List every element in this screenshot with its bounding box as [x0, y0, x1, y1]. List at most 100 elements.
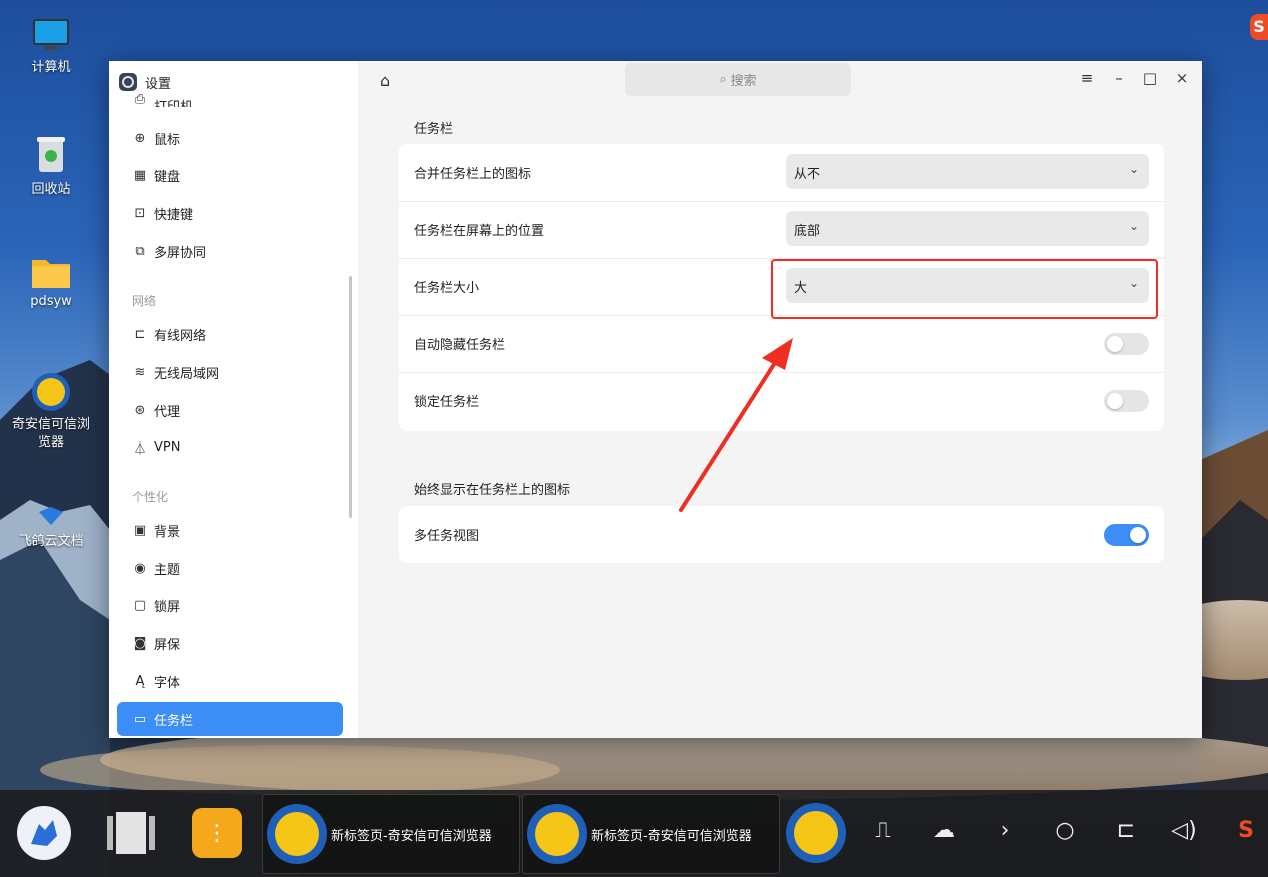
setting-row-autohide: 自动隐藏任务栏 [399, 315, 1164, 373]
autohide-toggle[interactable] [1104, 333, 1149, 355]
launcher-icon [17, 806, 71, 860]
search-icon: ⌕ [719, 72, 727, 87]
setting-label: 任务栏大小 [414, 281, 480, 296]
network-icon[interactable]: ⊏ [1110, 818, 1142, 843]
sidebar-item-label: 任务栏 [154, 713, 194, 729]
taskbar-window-title: 新标签页-奇安信可信浏览器 [331, 828, 492, 844]
chevron-right-icon[interactable]: › [989, 818, 1021, 843]
folder-icon [31, 256, 71, 290]
background-icon: ▣ [133, 522, 147, 538]
sidebar-item-background[interactable]: ▣ 背景 [117, 513, 343, 547]
sidebar-item-label: VPN [154, 439, 181, 455]
desktop-icon-label: 计算机 [31, 60, 71, 75]
section-title-always-show: 始终显示在任务栏上的图标 [414, 483, 571, 498]
desktop-icon-folder[interactable]: pdsyw [1, 256, 101, 309]
sogou-ime-icon[interactable]: S [1250, 14, 1268, 40]
maximize-icon[interactable]: □ [1138, 69, 1162, 87]
desktop-icon-label: 奇安信可信浏览器 [11, 417, 90, 450]
cloud-doc-icon [36, 506, 66, 526]
sidebar-item-taskbar[interactable]: ▭ 任务栏 [117, 702, 343, 736]
lockscreen-icon: ▢ [133, 597, 147, 613]
sidebar-item-font[interactable]: Ą 字体 [117, 664, 343, 698]
multitask-view-button[interactable] [104, 800, 158, 866]
file-manager-button[interactable]: ⋮ [190, 800, 244, 866]
sidebar-item-label: 主题 [154, 562, 181, 578]
lock-taskbar-toggle[interactable] [1104, 390, 1149, 412]
search-input[interactable]: ⌕ 搜索 [625, 63, 851, 96]
select-value: 底部 [794, 224, 821, 239]
sidebar-item-label: 屏保 [154, 637, 181, 653]
menu-icon[interactable]: ≡ [1075, 69, 1099, 87]
position-select[interactable]: 底部 ⌄ [786, 211, 1149, 246]
desktop-icon-cloud-doc[interactable]: 飞鸽云文档 [1, 506, 101, 549]
home-icon[interactable]: ⌂ [380, 71, 390, 90]
sidebar-item-label: 字体 [154, 675, 181, 691]
sidebar-item-mouse[interactable]: ⊕ 鼠标 [117, 121, 343, 155]
cloud-icon[interactable]: ☁ [928, 818, 960, 843]
sidebar-item-multiscreen[interactable]: ⧉ 多屏协同 [117, 234, 343, 268]
close-icon[interactable]: × [1170, 69, 1194, 87]
setting-row-multitask-view: 多任务视图 [399, 506, 1164, 563]
volume-icon[interactable]: ◁) [1168, 818, 1200, 843]
desktop-icon-label: pdsyw [30, 294, 72, 309]
sidebar-item-label: 无线局域网 [154, 366, 220, 382]
sogou-icon[interactable]: S [1230, 818, 1262, 843]
sidebar-item-label: 打印机 [154, 96, 193, 107]
taskbar-window-title: 新标签页-奇安信可信浏览器 [591, 828, 752, 844]
vpn-icon: ⏃ [133, 441, 147, 457]
setting-row-lock: 锁定任务栏 [399, 372, 1164, 429]
setting-label: 锁定任务栏 [414, 395, 480, 410]
wired-network-icon: ⊏ [134, 326, 146, 342]
sidebar-item-keyboard[interactable]: ▦ 键盘 [117, 158, 343, 192]
printer-icon: ⎙ [134, 92, 146, 107]
sidebar-item-label: 多屏协同 [154, 245, 207, 261]
sidebar-item-vpn[interactable]: ⏃ VPN [117, 430, 343, 464]
mouse-icon: ⊕ [134, 130, 146, 146]
sidebar-item-wired[interactable]: ⊏ 有线网络 [117, 317, 343, 351]
sidebar-item-theme[interactable]: ◉ 主题 [117, 551, 343, 585]
sidebar-item-label: 键盘 [154, 169, 181, 185]
setting-row-merge-icons: 合并任务栏上的图标 从不 ⌄ [399, 144, 1164, 202]
taskbar-window-browser-1[interactable]: 新标签页-奇安信可信浏览器 [262, 794, 520, 874]
sidebar-item-lockscreen[interactable]: ▢ 锁屏 [117, 588, 343, 622]
main-content: ⌂ ⌕ 搜索 ≡ – □ × 任务栏 合并任务栏上的图标 从不 ⌄ 任务栏在屏幕… [358, 61, 1202, 738]
desktop-icon-browser[interactable]: 奇安信可信浏览器 [1, 372, 101, 452]
font-icon: Ą [135, 673, 145, 689]
desktop-icon-computer[interactable]: 计算机 [1, 18, 101, 75]
launcher-button[interactable] [16, 800, 72, 866]
sidebar-item-screensaver[interactable]: ◙ 屏保 [117, 626, 343, 660]
wifi-icon: ≋ [134, 364, 146, 380]
settings-window: 设置 ⎙ 打印机 ⊕ 鼠标 ▦ 键盘 ⊡ 快捷键 ⧉ 多屏协同 网 [109, 61, 1202, 738]
sidebar-item-label: 背景 [154, 524, 181, 540]
file-manager-icon: ⋮ [192, 808, 242, 858]
minimize-icon[interactable]: – [1107, 69, 1131, 87]
taskbar-app-browser[interactable] [786, 800, 846, 866]
sidebar-item-label: 快捷键 [154, 207, 194, 223]
chevron-down-icon: ⌄ [1128, 162, 1139, 176]
annotation-highlight-box [771, 259, 1158, 319]
search-placeholder: 搜索 [730, 74, 757, 89]
taskbar-icon: ▭ [133, 711, 147, 727]
taskbar-window-browser-2[interactable]: 新标签页-奇安信可信浏览器 [522, 794, 780, 874]
setting-label: 任务栏在屏幕上的位置 [414, 224, 545, 239]
sidebar-scrollbar[interactable] [349, 276, 352, 518]
section-title-taskbar: 任务栏 [414, 122, 454, 137]
sidebar-item-shortcuts[interactable]: ⊡ 快捷键 [117, 196, 343, 230]
usb-icon[interactable]: ⎍ [867, 818, 899, 843]
sidebar-item-printer[interactable]: ⎙ 打印机 [117, 89, 343, 107]
sidebar-item-label: 鼠标 [154, 132, 181, 148]
sidebar-group-network: 网络 [132, 294, 157, 308]
search-icon[interactable]: ○ [1049, 818, 1081, 843]
sidebar-item-label: 有线网络 [154, 328, 207, 344]
multitask-view-toggle[interactable] [1104, 524, 1149, 546]
browser-icon [786, 803, 846, 863]
merge-icons-select[interactable]: 从不 ⌄ [786, 154, 1149, 189]
sidebar-item-wifi[interactable]: ≋ 无线局域网 [117, 355, 343, 389]
desktop-icon-trash[interactable]: 回收站 [1, 134, 101, 197]
desktop-icon-label: 回收站 [31, 182, 71, 197]
setting-label: 合并任务栏上的图标 [414, 167, 532, 182]
trash-icon [33, 134, 69, 174]
setting-row-position: 任务栏在屏幕上的位置 底部 ⌄ [399, 201, 1164, 259]
sidebar-item-label: 锁屏 [154, 599, 181, 615]
sidebar-item-proxy[interactable]: ⊛ 代理 [117, 393, 343, 427]
